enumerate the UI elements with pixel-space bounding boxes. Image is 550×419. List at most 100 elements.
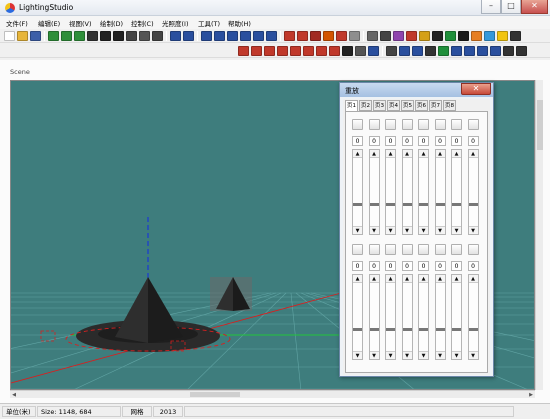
channel-toggle-button[interactable] [451, 244, 462, 255]
pan-icon[interactable] [87, 31, 98, 41]
fader-up-arrow-icon[interactable]: ▲ [419, 275, 428, 283]
redo-icon[interactable] [183, 31, 194, 41]
view-icon[interactable] [367, 31, 378, 41]
fit-icon[interactable] [201, 31, 212, 41]
channel-value[interactable]: 0 [352, 261, 363, 271]
fader-up-arrow-icon[interactable]: ▲ [353, 150, 362, 158]
rotate-x-icon[interactable] [48, 31, 59, 41]
pyramid-icon[interactable] [290, 46, 301, 56]
bars-icon[interactable] [464, 46, 475, 56]
channel-value[interactable]: 0 [352, 136, 363, 146]
menu-edit[interactable]: 编辑(E) [38, 18, 60, 28]
fader-down-arrow-icon[interactable]: ▼ [452, 351, 461, 359]
channel-toggle-button[interactable] [418, 244, 429, 255]
fader-up-arrow-icon[interactable]: ▲ [435, 150, 445, 158]
cube-red-icon[interactable] [297, 31, 308, 41]
channel-value[interactable]: 0 [401, 136, 413, 146]
panel-close-button[interactable]: ✕ [461, 83, 491, 95]
channel-value[interactable]: 0 [401, 261, 413, 271]
channel-fader[interactable]: ▲ ▼ [368, 149, 380, 235]
page-tab-5[interactable]: 页5 [401, 100, 414, 111]
move-icon[interactable] [113, 31, 124, 41]
link-icon[interactable] [240, 31, 251, 41]
grid-red-icon[interactable] [284, 31, 295, 41]
cube-wire-icon[interactable] [336, 31, 347, 41]
fader-down-arrow-icon[interactable]: ▼ [386, 226, 395, 234]
zoom-icon[interactable] [139, 31, 150, 41]
channel-toggle-button[interactable] [352, 119, 363, 130]
fader-knob[interactable] [452, 328, 461, 331]
fader-up-arrow-icon[interactable]: ▲ [369, 275, 379, 283]
lines-icon[interactable] [477, 46, 488, 56]
page-tab-4[interactable]: 页4 [387, 100, 400, 111]
channel-toggle-button[interactable] [352, 244, 363, 255]
channel-fader[interactable]: ▲ ▼ [467, 149, 479, 235]
cube-dark-red-icon[interactable] [310, 31, 321, 41]
fader-knob[interactable] [419, 328, 428, 331]
menu-lighting[interactable]: 光照度(I) [162, 18, 189, 28]
channel-toggle-button[interactable] [368, 244, 380, 255]
status-grid[interactable]: 网格 [122, 406, 152, 417]
channel-fader[interactable]: ▲ ▼ [352, 149, 363, 235]
page-tab-8[interactable]: 页8 [443, 100, 456, 111]
channel-toggle-button[interactable] [434, 119, 446, 130]
fader-knob[interactable] [386, 203, 395, 206]
fader-down-arrow-icon[interactable]: ▼ [419, 226, 428, 234]
image-icon[interactable] [445, 31, 456, 41]
cone-icon[interactable] [277, 46, 288, 56]
page-tab-6[interactable]: 页6 [415, 100, 428, 111]
palette-icon[interactable] [419, 31, 430, 41]
fader-up-arrow-icon[interactable]: ▲ [435, 275, 445, 283]
fader-up-arrow-icon[interactable]: ▲ [452, 150, 461, 158]
channel-fader[interactable]: ▲ ▼ [385, 274, 396, 360]
horizontal-scrollbar[interactable]: ◀ ▶ [10, 390, 535, 398]
channel-value[interactable]: 0 [368, 261, 380, 271]
fader-down-arrow-icon[interactable]: ▼ [369, 351, 379, 359]
fader-up-arrow-icon[interactable]: ▲ [419, 150, 428, 158]
channel-fader[interactable]: ▲ ▼ [385, 149, 396, 235]
wave-icon[interactable] [516, 46, 527, 56]
rotate-z-icon[interactable] [74, 31, 85, 41]
menu-file[interactable]: 文件(F) [6, 18, 28, 28]
fader-up-arrow-icon[interactable]: ▲ [402, 150, 412, 158]
fader-knob[interactable] [402, 203, 412, 206]
fader-down-arrow-icon[interactable]: ▼ [369, 226, 379, 234]
channel-value[interactable]: 0 [385, 136, 396, 146]
fader-down-arrow-icon[interactable]: ▼ [435, 351, 445, 359]
fader-knob[interactable] [402, 328, 412, 331]
arrows-down-icon[interactable] [399, 46, 410, 56]
channel-value[interactable]: 0 [434, 136, 446, 146]
fader-down-arrow-icon[interactable]: ▼ [353, 351, 362, 359]
cube-gray-icon[interactable] [349, 31, 360, 41]
fader-up-arrow-icon[interactable]: ▲ [386, 150, 395, 158]
cube-blue-icon[interactable] [451, 46, 462, 56]
channel-value[interactable]: 0 [434, 261, 446, 271]
channel-toggle-button[interactable] [385, 119, 396, 130]
channel-toggle-button[interactable] [467, 244, 479, 255]
fader-knob[interactable] [435, 328, 445, 331]
fader-knob[interactable] [468, 203, 478, 206]
fader-down-arrow-icon[interactable]: ▼ [468, 226, 478, 234]
channel-toggle-button[interactable] [451, 119, 462, 130]
select-arrow-icon[interactable] [100, 31, 111, 41]
channel-fader[interactable]: ▲ ▼ [352, 274, 363, 360]
fader-up-arrow-icon[interactable]: ▲ [353, 275, 362, 283]
rect-icon[interactable] [342, 46, 353, 56]
orbit-icon[interactable] [152, 31, 163, 41]
fader-up-arrow-icon[interactable]: ▲ [386, 275, 395, 283]
rotate-icon[interactable] [253, 31, 264, 41]
channel-value[interactable]: 0 [418, 136, 429, 146]
close-button[interactable]: ✕ [521, 0, 548, 14]
channel-fader[interactable]: ▲ ▼ [368, 274, 380, 360]
page-tab-7[interactable]: 页7 [429, 100, 442, 111]
maximize-button[interactable]: □ [501, 0, 521, 14]
rotate-y-icon[interactable] [61, 31, 72, 41]
document-icon[interactable] [355, 46, 366, 56]
channel-fader[interactable]: ▲ ▼ [401, 149, 413, 235]
fader-knob[interactable] [369, 328, 379, 331]
sphere-icon[interactable] [238, 46, 249, 56]
undo-icon[interactable] [170, 31, 181, 41]
text-icon[interactable] [368, 46, 379, 56]
page-tab-2[interactable]: 页2 [359, 100, 372, 111]
sun-icon[interactable] [497, 31, 508, 41]
